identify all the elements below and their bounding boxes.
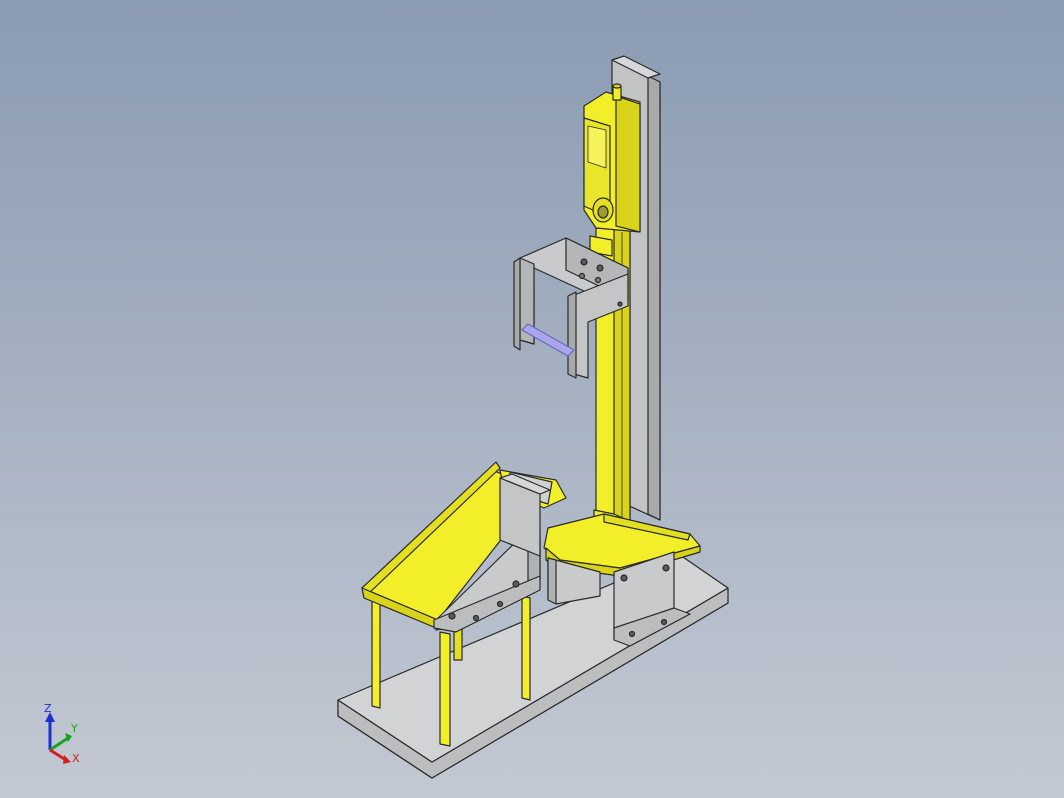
coordinate-triad: Z Y X [38,700,88,770]
x-axis-arrow-icon [49,748,71,764]
cad-model-view[interactable] [0,0,1064,798]
cad-viewport[interactable]: Z Y X [0,0,1064,798]
z-axis-arrow-icon [45,712,55,750]
y-axis-arrow-icon [49,733,72,752]
z-axis-label: Z [44,702,52,715]
x-axis-label: X [72,752,80,765]
chute-guide-block[interactable] [499,473,551,557]
y-axis-label: Y [70,722,78,735]
